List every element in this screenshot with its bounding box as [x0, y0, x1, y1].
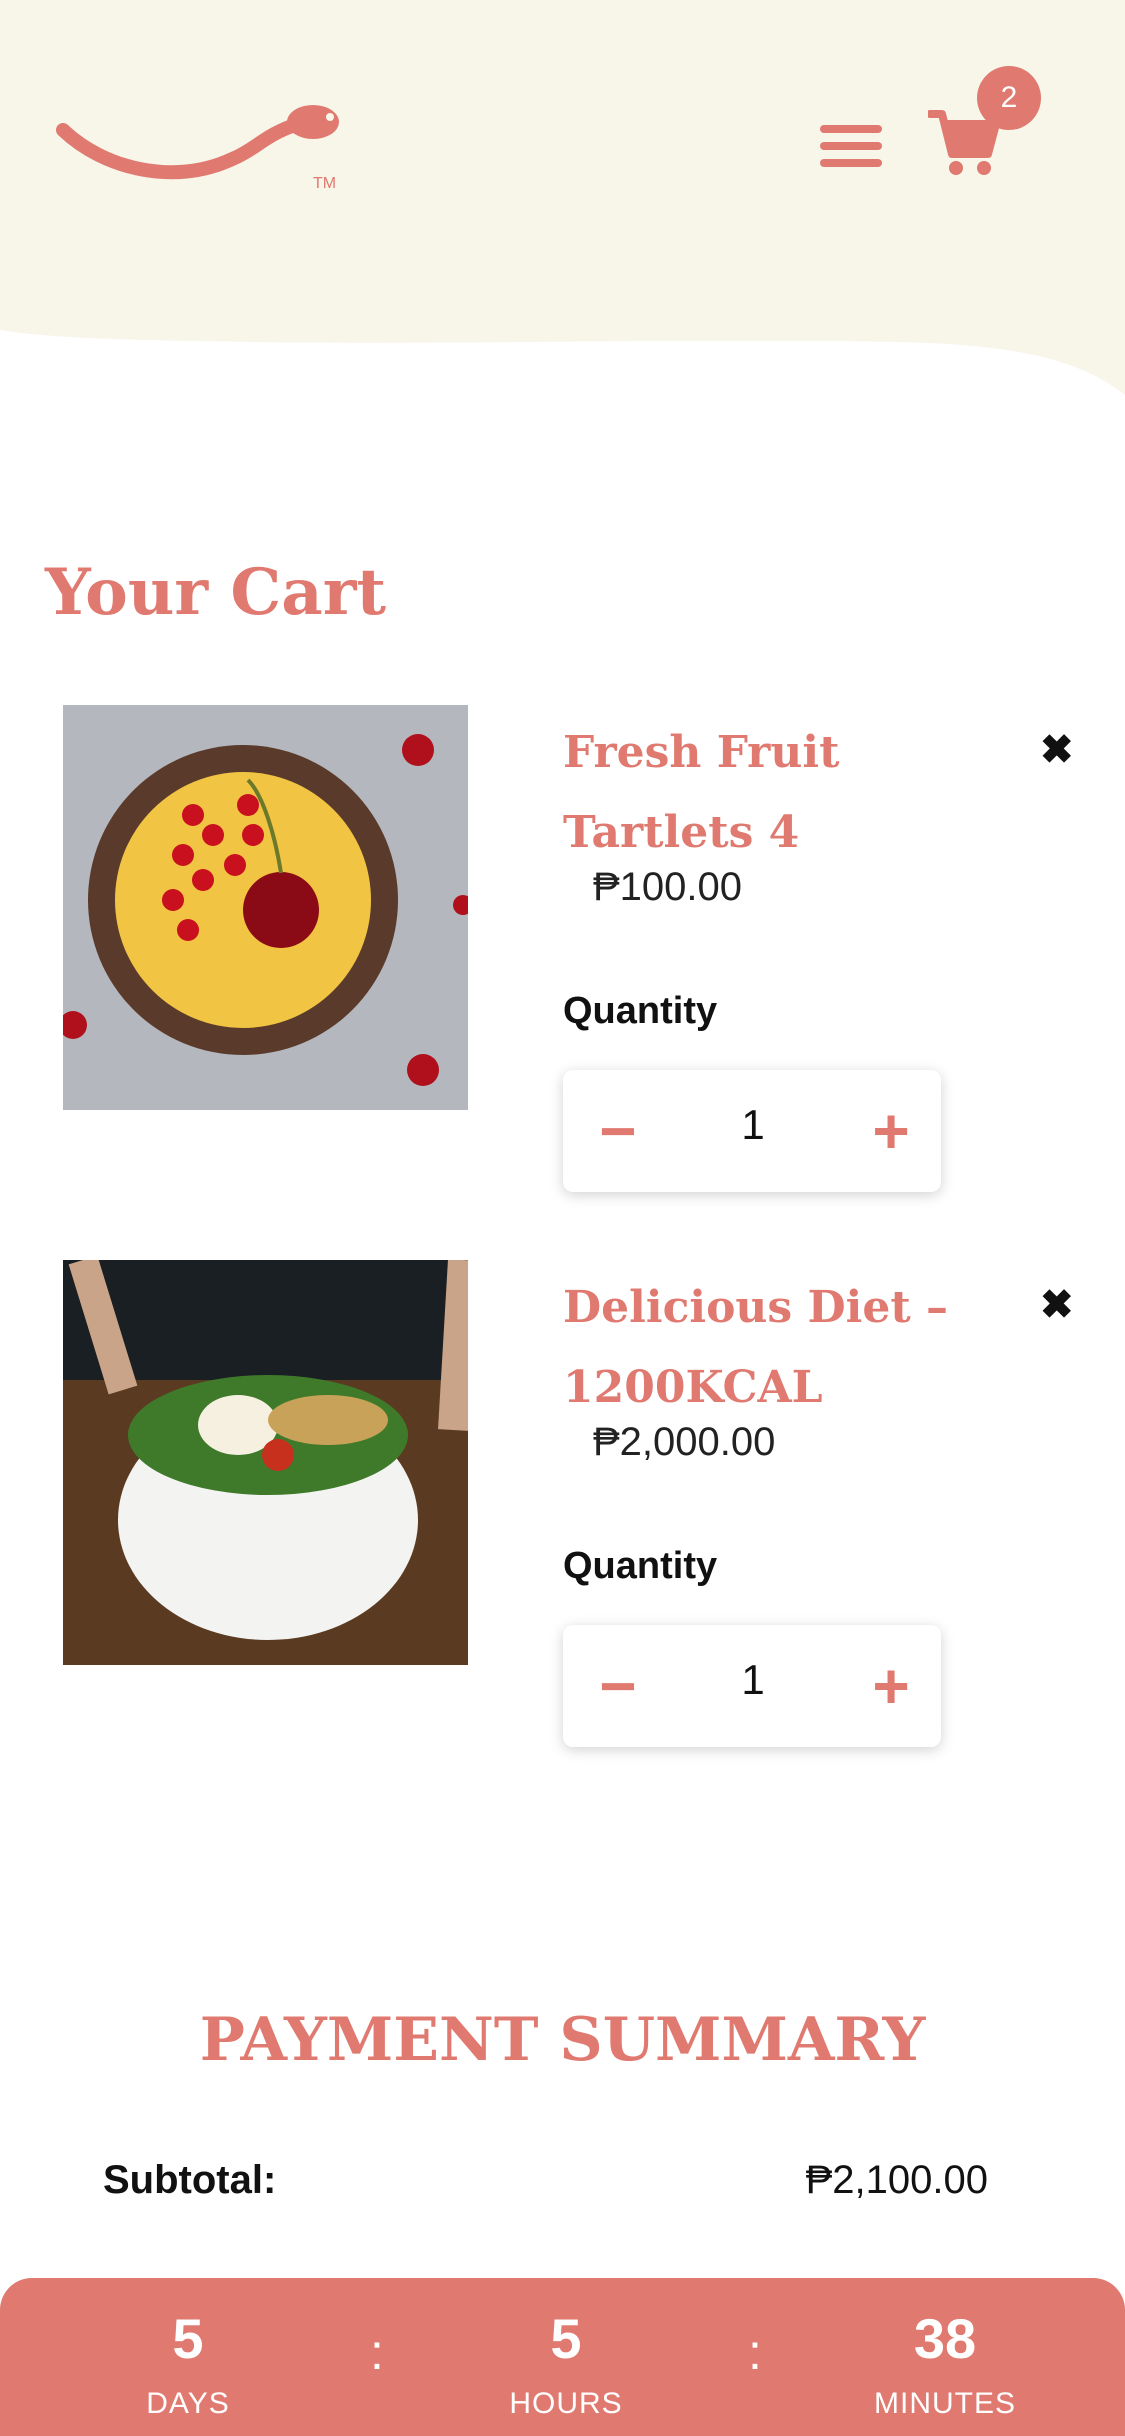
- minus-icon: −: [599, 1650, 637, 1722]
- fruit-tartlet-image[interactable]: [63, 705, 468, 1110]
- quantity-stepper: − 1 +: [563, 1625, 941, 1747]
- menu-button[interactable]: [820, 125, 882, 173]
- plus-icon: +: [872, 1095, 910, 1167]
- plus-icon: +: [872, 1650, 910, 1722]
- days-label: DAYS: [146, 2387, 230, 2420]
- increase-quantity-button[interactable]: +: [841, 1625, 941, 1747]
- header-background: [0, 0, 1125, 395]
- time-separator: :: [370, 2324, 384, 2380]
- decrease-quantity-button[interactable]: −: [568, 1625, 668, 1747]
- remove-item-button[interactable]: ✖: [1040, 1282, 1074, 1328]
- subtotal-label: Subtotal:: [103, 2158, 277, 2202]
- cart-item: Delicious Diet – 1200KCAL ₱2,000.00 ✖ Qu…: [0, 1260, 1125, 1747]
- minus-icon: −: [599, 1095, 637, 1167]
- quantity-label: Quantity: [563, 1545, 718, 1587]
- cart-item: Fresh Fruit Tartlets 4 ₱100.00 ✖ Quantit…: [0, 705, 1125, 1192]
- hours-value: 5: [550, 2307, 582, 2370]
- item-price: ₱100.00: [593, 865, 743, 909]
- countdown-days: 5 DAYS: [78, 2278, 298, 2421]
- days-value: 5: [172, 2307, 204, 2370]
- subtotal-value: ₱2,100.00: [805, 2158, 988, 2202]
- item-price: ₱2,000.00: [593, 1420, 776, 1464]
- svg-text:TM: TM: [313, 175, 336, 190]
- time-separator: :: [748, 2324, 762, 2380]
- quantity-value[interactable]: 1: [703, 1625, 803, 1735]
- minutes-label: MINUTES: [874, 2387, 1016, 2420]
- countdown-bar: 5 DAYS : 5 HOURS : 38 MINUTES: [0, 2278, 1125, 2436]
- cart-title: Your Cart: [45, 555, 387, 630]
- close-icon: ✖: [1040, 728, 1074, 772]
- salad-bowl-image[interactable]: [63, 1260, 468, 1665]
- brand-logo-icon[interactable]: TM: [55, 100, 355, 190]
- countdown-hours: 5 HOURS: [456, 2278, 676, 2421]
- countdown-minutes: 38 MINUTES: [835, 2278, 1055, 2421]
- close-icon: ✖: [1040, 1283, 1074, 1327]
- hours-label: HOURS: [509, 2387, 623, 2420]
- cart-count-badge: 2: [977, 66, 1041, 130]
- item-name[interactable]: Fresh Fruit Tartlets 4: [563, 713, 1003, 873]
- quantity-value[interactable]: 1: [703, 1070, 803, 1180]
- decrease-quantity-button[interactable]: −: [568, 1070, 668, 1192]
- quantity-label: Quantity: [563, 990, 718, 1032]
- increase-quantity-button[interactable]: +: [841, 1070, 941, 1192]
- minutes-value: 38: [913, 2307, 977, 2370]
- remove-item-button[interactable]: ✖: [1040, 727, 1074, 773]
- payment-summary-title: PAYMENT SUMMARY: [199, 2005, 926, 2075]
- item-name[interactable]: Delicious Diet – 1200KCAL: [563, 1268, 1003, 1428]
- hamburger-menu-icon: [820, 125, 882, 167]
- quantity-stepper: − 1 +: [563, 1070, 941, 1192]
